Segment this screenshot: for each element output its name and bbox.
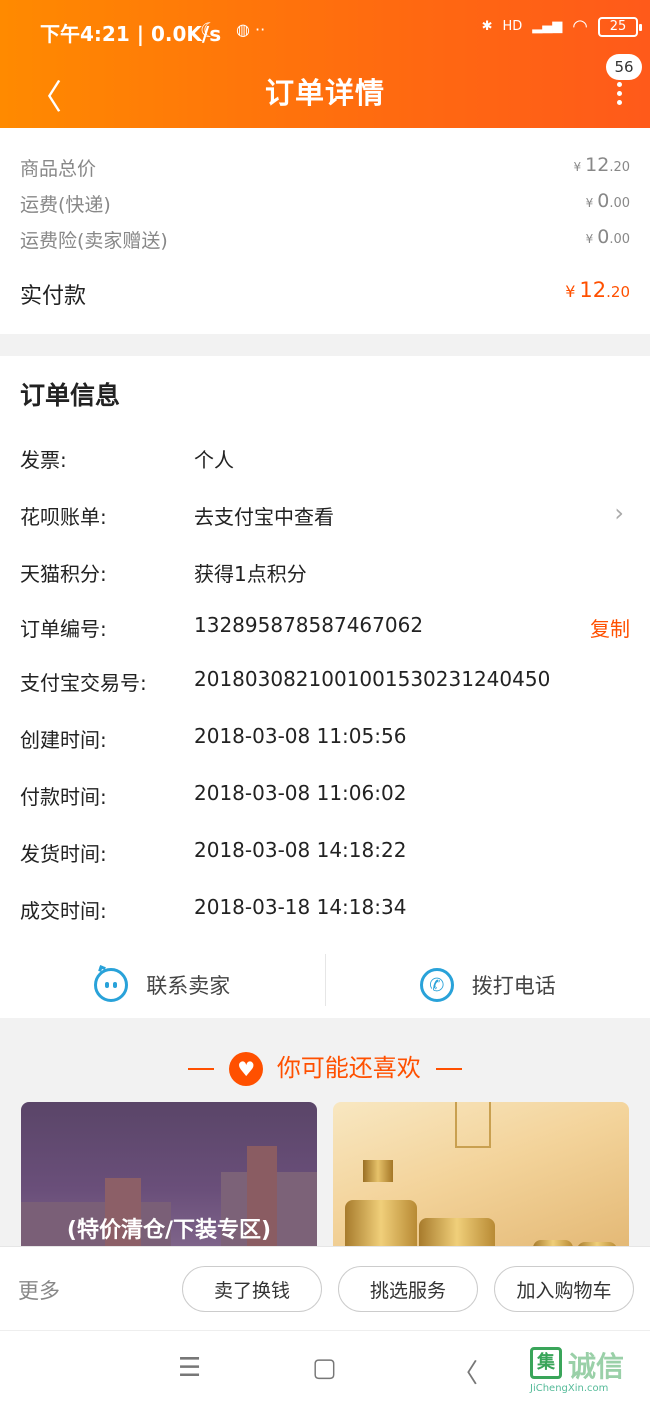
pump-shape	[363, 1160, 393, 1182]
section-title: 订单信息	[20, 381, 121, 410]
price-amount: ¥12.20	[573, 154, 630, 176]
card-caption: (特价清仓/下装专区)	[66, 1218, 272, 1243]
info-row-shipped: 发货时间: 2018-03-08 14:18:22	[20, 838, 630, 868]
chat-face-icon	[94, 965, 129, 1002]
info-label: 创建时间:	[20, 728, 107, 752]
message-badge[interactable]: 56	[606, 54, 642, 80]
price-label: 运费险(卖家赠送)	[20, 230, 168, 252]
info-label: 花呗账单:	[20, 505, 107, 529]
product-card[interactable]: (特价清仓/下装专区)	[21, 1102, 317, 1246]
copy-button[interactable]: 复制	[590, 613, 630, 642]
total-amount: ¥12.20	[565, 278, 630, 302]
info-value: 2018-03-18 14:18:34	[194, 895, 407, 919]
bluetooth-icon: ✱	[481, 19, 493, 34]
wifi-icon: ◠	[572, 16, 588, 37]
home-icon[interactable]: ▢	[312, 1353, 337, 1383]
info-label: 订单编号:	[20, 617, 107, 641]
chevron-right-icon[interactable]: ›	[614, 499, 624, 527]
info-row-invoice: 发票: 个人	[20, 444, 630, 474]
system-nav-bar: ☰ ▢ 〈 集 诚信 JiChengXin.com	[0, 1330, 650, 1408]
total-label: 实付款	[20, 284, 87, 309]
info-value: 132895878587467062	[194, 613, 424, 637]
info-label: 天猫积分:	[20, 562, 107, 586]
signal-icon: ▂▄▆	[532, 19, 563, 34]
info-label: 付款时间:	[20, 785, 107, 809]
notification-icon: ◍ ··	[236, 20, 266, 39]
price-label: 商品总价	[20, 158, 97, 180]
bottle-shape	[419, 1218, 495, 1246]
info-row-huabei[interactable]: 花呗账单: 去支付宝中查看 ›	[20, 499, 630, 531]
recommend-title: ♥ 你可能还喜欢	[0, 1048, 650, 1086]
divider-line	[187, 1068, 214, 1070]
divider-line	[436, 1068, 463, 1070]
price-amount: ¥0.00	[585, 226, 630, 248]
price-row-goods: 商品总价 ¥12.20	[20, 154, 630, 181]
menu-icon[interactable]: ☰	[178, 1353, 201, 1383]
order-info-section: 订单信息 发票: 个人 花呗账单: 去支付宝中查看 › 天猫积分: 获得1点积分…	[0, 356, 650, 1018]
status-bar: 下午4:21 | 0.0K/s ☾ ◍ ·· ✱ HD ▂▄▆ ◠ 25	[0, 0, 650, 60]
info-value: 个人	[194, 448, 234, 472]
call-phone-label: 拨打电话	[471, 974, 556, 998]
bottom-action-bar: 更多 卖了换钱 挑选服务 加入购物车	[0, 1246, 650, 1330]
price-row-total: 实付款 ¥12.20	[20, 278, 630, 310]
info-value[interactable]: 去支付宝中查看	[194, 501, 334, 530]
info-label: 支付宝交易号:	[20, 671, 147, 695]
status-time: 下午4:21 | 0.0K/s	[40, 22, 222, 46]
info-value: 2018-03-08 11:05:56	[194, 724, 407, 748]
more-menu-icon[interactable]	[614, 80, 624, 105]
brand-emblem	[455, 1102, 491, 1148]
info-value: 2018-03-08 14:18:22	[194, 838, 407, 862]
nav-bar: 〈 订单详情	[0, 60, 650, 120]
price-amount: ¥0.00	[585, 190, 630, 212]
info-label: 成交时间:	[20, 899, 107, 923]
recommend-section: ♥ 你可能还喜欢 (特价清仓/下装专区)	[0, 1018, 650, 1246]
select-service-button[interactable]: 挑选服务	[338, 1266, 478, 1312]
info-value: 2018-03-08 11:06:02	[194, 781, 407, 805]
watermark-mark: 集	[530, 1347, 562, 1379]
info-row-created: 创建时间: 2018-03-08 11:05:56	[20, 724, 630, 754]
info-value: 获得1点积分	[194, 562, 307, 586]
price-label: 运费(快递)	[20, 194, 111, 216]
info-row-order-number: 订单编号: 132895878587467062 复制	[20, 613, 630, 643]
phone-icon: ✆	[419, 968, 454, 1002]
moon-icon: ☾	[200, 18, 218, 42]
battery-icon: 25	[598, 16, 642, 37]
recommend-title-text: 你可能还喜欢	[276, 1054, 421, 1082]
more-button[interactable]: 更多	[18, 1275, 60, 1305]
bottle-shape	[345, 1200, 417, 1246]
heart-icon: ♥	[229, 1052, 264, 1086]
app-header: 下午4:21 | 0.0K/s ☾ ◍ ·· ✱ HD ▂▄▆ ◠ 25 〈 订…	[0, 0, 650, 128]
sell-button[interactable]: 卖了换钱	[182, 1266, 322, 1312]
back-nav-icon[interactable]: 〈	[452, 1353, 478, 1390]
watermark-url: JiChengXin.com	[530, 1383, 609, 1394]
info-row-points: 天猫积分: 获得1点积分	[20, 558, 630, 588]
price-row-shipping: 运费(快递) ¥0.00	[20, 190, 630, 217]
contact-seller-button[interactable]: 联系卖家	[0, 952, 325, 1018]
watermark-logo: 集 诚信 JiChengXin.com	[530, 1341, 642, 1401]
product-card[interactable]	[333, 1102, 629, 1246]
info-value: 2018030821001001530231240450	[194, 667, 551, 691]
info-row-paid: 付款时间: 2018-03-08 11:06:02	[20, 781, 630, 811]
info-row-alipay-number: 支付宝交易号: 2018030821001001530231240450	[20, 667, 630, 697]
price-row-insurance: 运费险(卖家赠送) ¥0.00	[20, 226, 630, 253]
add-to-cart-button[interactable]: 加入购物车	[494, 1266, 634, 1312]
info-row-completed: 成交时间: 2018-03-18 14:18:34	[20, 895, 630, 925]
info-label: 发票:	[20, 448, 67, 472]
signal-label: HD	[502, 19, 523, 34]
status-right: ✱ HD ▂▄▆ ◠ 25	[481, 16, 642, 37]
price-section: 商品总价 ¥12.20 运费(快递) ¥0.00 运费险(卖家赠送) ¥0.00…	[0, 128, 650, 334]
contact-actions: 联系卖家 ✆ 拨打电话	[0, 952, 650, 1018]
contact-seller-label: 联系卖家	[146, 974, 231, 998]
call-phone-button[interactable]: ✆ 拨打电话	[326, 952, 650, 1018]
page-title: 订单详情	[264, 76, 385, 110]
watermark-text: 诚信	[568, 1350, 625, 1383]
info-label: 发货时间:	[20, 842, 107, 866]
